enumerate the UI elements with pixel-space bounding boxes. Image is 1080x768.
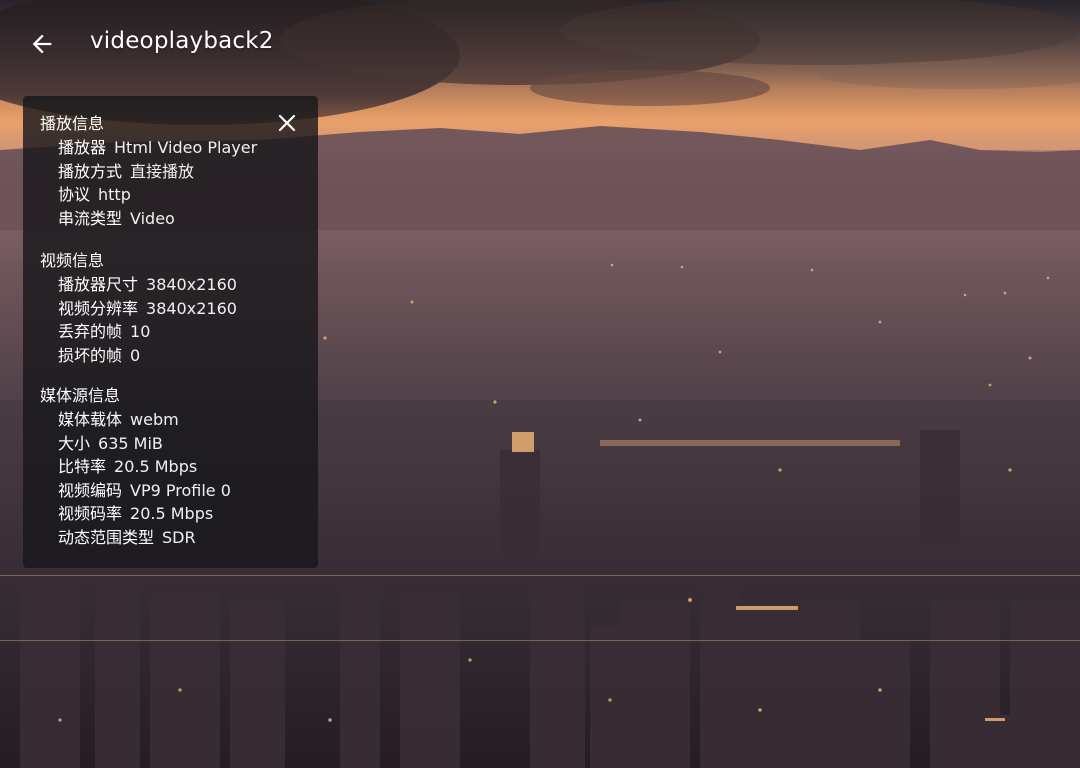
row-value: 20.5 Mbps [114, 457, 198, 477]
info-row-video-bitrate: 视频码率 20.5 Mbps [40, 502, 310, 526]
row-label: 播放方式 [58, 161, 123, 181]
row-label: 视频分辨率 [58, 298, 139, 318]
back-button[interactable] [24, 26, 60, 62]
info-row-size: 大小 635 MiB [40, 432, 310, 456]
info-row-video-resolution: 视频分辨率 3840x2160 [40, 297, 310, 321]
top-bar: videoplayback2 [0, 0, 1080, 90]
section-playback-info: 播放信息 播放器 Html Video Player 播放方式 直接播放 协议 htt… [40, 112, 310, 230]
row-label: 串流类型 [58, 208, 123, 228]
row-label: 视频码率 [58, 504, 123, 524]
info-row-bitrate: 比特率 20.5 Mbps [40, 455, 310, 479]
info-row-play-method: 播放方式 直接播放 [40, 160, 310, 184]
info-row-stream-type: 串流类型 Video [40, 207, 310, 231]
info-row-protocol: 协议 http [40, 183, 310, 207]
info-row-dropped-frames: 丢弃的帧 10 [40, 320, 310, 344]
row-label: 损坏的帧 [58, 345, 123, 365]
playback-info-panel: 播放信息 播放器 Html Video Player 播放方式 直接播放 协议 htt… [23, 96, 318, 568]
row-value: SDR [162, 527, 196, 547]
row-value: webm [130, 410, 179, 429]
info-row-dynamic-range: 动态范围类型 SDR [40, 526, 310, 550]
row-value: 3840x2160 [146, 275, 237, 294]
arrow-left-icon [32, 34, 52, 54]
section-media-source-info: 媒体源信息 媒体载体 webm 大小 635 MiB 比特率 20.5 Mbps 视频… [40, 384, 310, 550]
row-value: VP9 Profile 0 [130, 480, 231, 500]
video-title: videoplayback2 [90, 28, 274, 54]
info-row-player: 播放器 Html Video Player [40, 136, 310, 160]
section-title: 播放信息 [40, 114, 105, 133]
video-player[interactable]: videoplayback2 播放信息 播放器 Html Video Player… [0, 0, 1080, 768]
row-label: 动态范围类型 [58, 527, 155, 547]
row-value: http [98, 185, 131, 205]
row-label: 协议 [58, 185, 91, 205]
row-value: 0 [130, 345, 141, 365]
row-value: 20.5 Mbps [130, 504, 214, 524]
section-title: 视频信息 [40, 251, 105, 270]
info-row-container: 媒体载体 webm [40, 408, 310, 432]
row-value: Html Video Player [114, 138, 258, 157]
row-value: 635 MiB [98, 433, 163, 453]
info-row-player-size: 播放器尺寸 3840x2160 [40, 273, 310, 297]
row-label: 媒体载体 [58, 410, 123, 429]
row-value: 3840x2160 [146, 298, 237, 318]
section-title: 媒体源信息 [40, 386, 121, 405]
row-label: 播放器 [58, 138, 107, 157]
row-value: Video [130, 208, 175, 228]
row-label: 视频编码 [58, 480, 123, 500]
info-row-corrupted-frames: 损坏的帧 0 [40, 344, 310, 368]
row-label: 大小 [58, 433, 91, 453]
row-value: 直接播放 [130, 161, 195, 181]
section-video-info: 视频信息 播放器尺寸 3840x2160 视频分辨率 3840x2160 丢弃的帧 1… [40, 249, 310, 367]
row-label: 丢弃的帧 [58, 322, 123, 342]
row-label: 比特率 [58, 457, 107, 477]
info-row-video-codec: 视频编码 VP9 Profile 0 [40, 479, 310, 503]
row-label: 播放器尺寸 [58, 275, 139, 294]
row-value: 10 [130, 322, 151, 342]
